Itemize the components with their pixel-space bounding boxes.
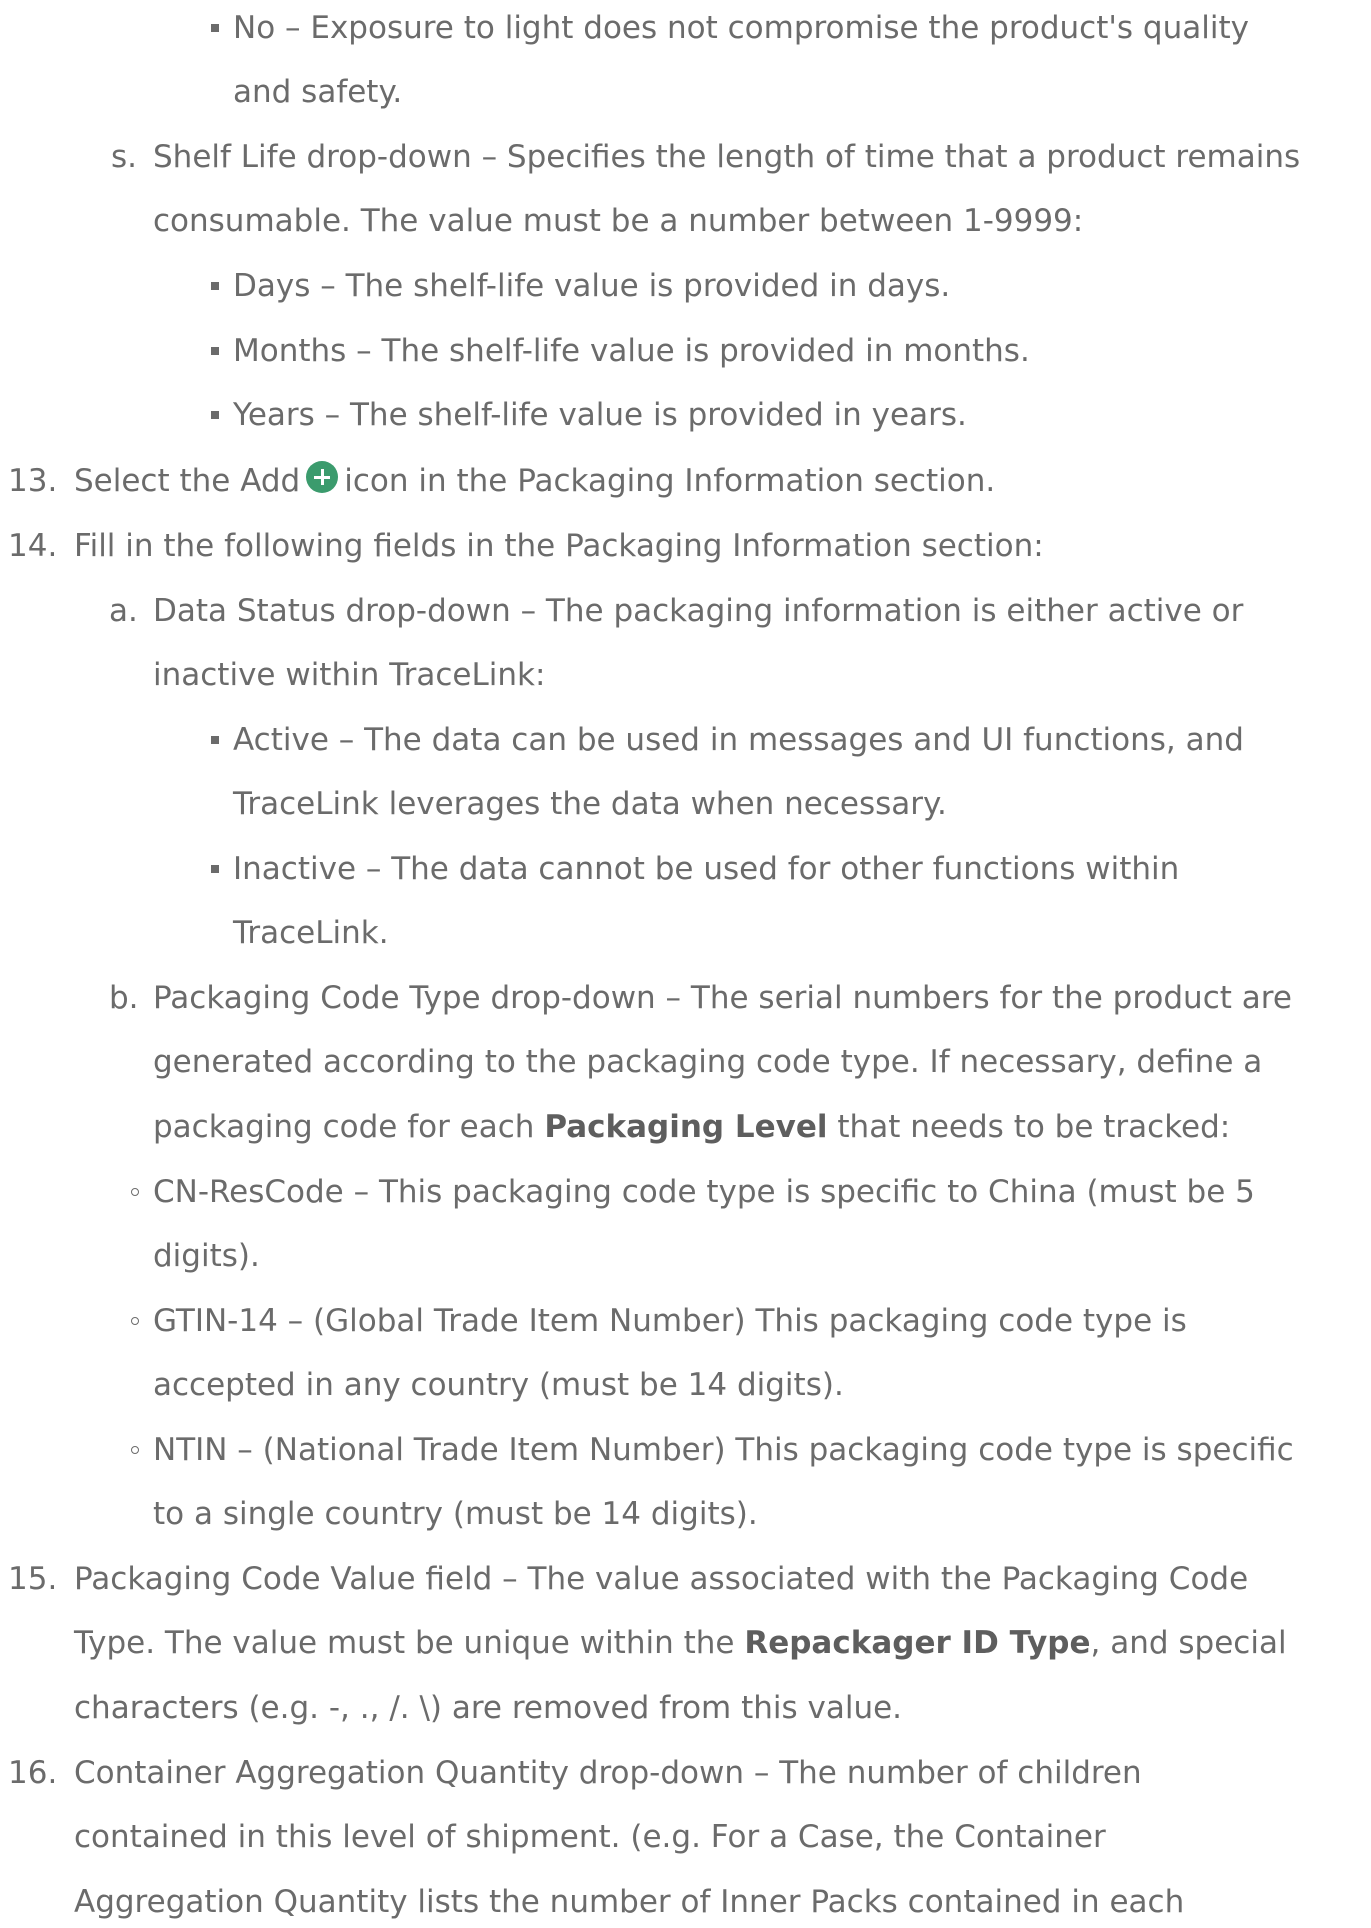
list-item-text: No – Exposure to light does not compromi… (233, 10, 1249, 46)
list-item-text: contained in this level of shipment. (e.… (74, 1819, 1106, 1855)
list-item-text: Aggregation Quantity lists the number of… (74, 1884, 1185, 1920)
bullet-circle (131, 1317, 139, 1325)
list-marker: 13. (8, 463, 58, 499)
list-item-text: consumable. The value must be a number b… (153, 203, 1084, 239)
list-item-text: NTIN – (National Trade Item Number) This… (153, 1432, 1294, 1468)
bold-term: Packaging Level (544, 1109, 828, 1145)
list-marker: a. (109, 593, 138, 629)
list-item-text: accepted in any country (must be 14 digi… (153, 1367, 844, 1403)
list-item-text: Inactive – The data cannot be used for o… (233, 851, 1180, 887)
list-item-text: Packaging Code Value field – The value a… (74, 1561, 1249, 1597)
list-item-text: generated according to the packaging cod… (153, 1044, 1263, 1080)
list-item-text: characters (e.g. -, ., /. \) are removed… (74, 1690, 903, 1726)
bold-term: Repackager ID Type (744, 1625, 1091, 1661)
list-marker: 14. (8, 528, 58, 564)
document-body: No – Exposure to light does not compromi… (0, 0, 1371, 1928)
step-text: Type. The value must be unique within th… (74, 1625, 735, 1661)
bullet-square (211, 282, 219, 290)
list-item-text: to a single country (must be 14 digits). (153, 1496, 758, 1532)
step-text: icon in the Packaging Information sectio… (344, 463, 996, 499)
list-item-text: Days – The shelf-life value is provided … (233, 268, 951, 304)
list-item-text: digits). (153, 1238, 260, 1274)
bullet-square (211, 347, 219, 355)
list-item-text: GTIN-14 – (Global Trade Item Number) Thi… (153, 1303, 1187, 1339)
list-marker: 15. (8, 1561, 58, 1597)
step-text: packaging code for each (153, 1109, 535, 1145)
list-item-text: Container Aggregation Quantity drop-down… (74, 1755, 1142, 1791)
plus-circle-icon (306, 461, 339, 493)
list-item-text: Type. The value must be unique within th… (74, 1623, 1287, 1663)
bullet-square (211, 24, 219, 32)
bullet-square (211, 736, 219, 744)
list-item-text: TraceLink leverages the data when necess… (233, 786, 947, 822)
list-item-text: Years – The shelf-life value is provided… (233, 397, 967, 433)
bullet-circle (131, 1446, 139, 1454)
list-item-text: packaging code for each Packaging Level … (153, 1107, 1230, 1147)
list-item-text: Shelf Life drop-down – Specifies the len… (153, 139, 1301, 175)
bullet-square (211, 411, 219, 419)
list-item-text: TraceLink. (233, 915, 389, 951)
bullet-circle (131, 1188, 139, 1196)
list-item-text: Fill in the following fields in the Pack… (74, 528, 1044, 564)
list-marker: 16. (8, 1755, 58, 1791)
step-text: Select the Add (74, 463, 301, 499)
list-item-text: Select the Add icon in the Packaging Info… (74, 461, 995, 501)
list-item-text: and safety. (233, 74, 403, 110)
step-text: , and special (1090, 1625, 1287, 1661)
list-marker: b. (109, 980, 139, 1016)
list-item-text: Months – The shelf-life value is provide… (233, 333, 1030, 369)
list-item-text: CN-ResCode – This packaging code type is… (153, 1174, 1255, 1210)
list-item-text: Active – The data can be used in message… (233, 722, 1244, 758)
list-item-text: Packaging Code Type drop-down – The seri… (153, 980, 1292, 1016)
list-marker: s. (111, 139, 138, 175)
bullet-square (211, 865, 219, 873)
list-item-text: Data Status drop-down – The packaging in… (153, 593, 1244, 629)
list-item-text: inactive within TraceLink: (153, 657, 546, 693)
step-text: that needs to be tracked: (837, 1109, 1231, 1145)
